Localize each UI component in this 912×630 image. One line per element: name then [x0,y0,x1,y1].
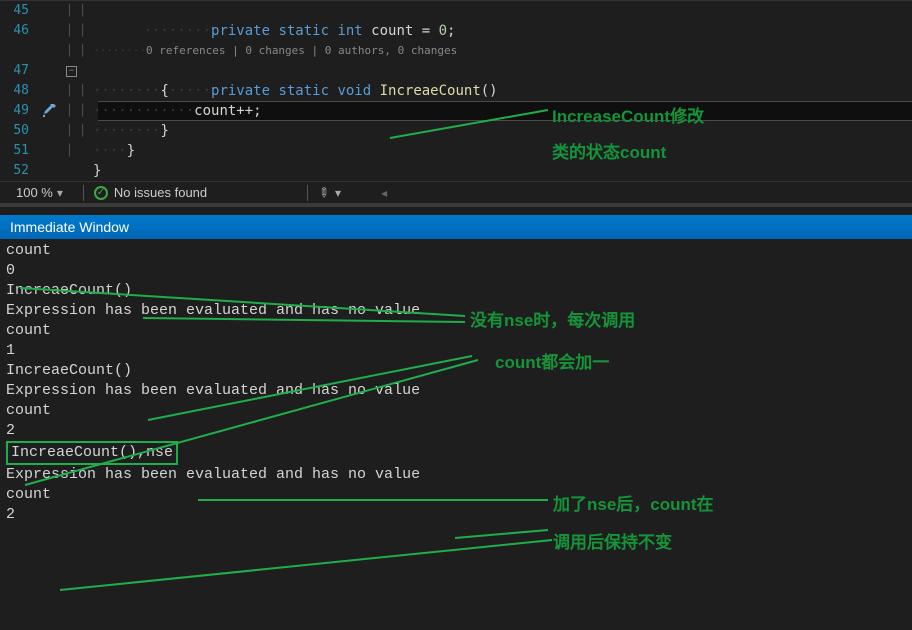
immediate-line: 2 [6,505,906,525]
editor-statusbar: 100 %▾ ✓ No issues found ✎▾ ◂ [0,181,912,207]
line-number: 52 [0,161,35,181]
line-number: 47 [0,61,35,81]
code-line: ········private static void IncreaeCount… [93,61,498,81]
immediate-line: 0 [6,261,906,281]
immediate-line: IncreaeCount() [6,361,906,381]
immediate-line: 1 [6,341,906,361]
immediate-line-highlighted: IncreaeCount(),nse [6,441,178,465]
immediate-line: count [6,401,906,421]
immediate-line: Expression has been evaluated and has no… [6,301,906,321]
brush-icon[interactable]: ✎ [314,183,333,202]
eyedropper-icon[interactable] [35,101,63,121]
code-line: ············count++; [93,101,262,121]
immediate-window-header[interactable]: Immediate Window [0,215,912,239]
code-line: } [93,161,101,181]
chevron-down-icon: ▾ [57,186,63,200]
line-number: 45 [0,1,35,21]
immediate-line: 2 [6,421,906,441]
immediate-line: count [6,241,906,261]
line-number: 50 [0,121,35,141]
immediate-line: count [6,485,906,505]
outline-gutter: │ │ [63,1,93,21]
chevron-down-icon: ▾ [335,186,341,200]
scroll-left-icon[interactable]: ◂ [381,186,387,200]
immediate-line: count [6,321,906,341]
issues-status: No issues found [114,185,207,200]
immediate-window[interactable]: count 0 IncreaeCount() Expression has be… [0,239,912,545]
immediate-line: Expression has been evaluated and has no… [6,381,906,401]
immediate-line: IncreaeCount() [6,281,906,301]
line-number: 46 [0,21,35,41]
code-line: ········} [93,121,169,141]
outline-toggle[interactable]: − [63,61,93,81]
code-line: ········{ [93,81,169,101]
line-number: 51 [0,141,35,161]
marker-gutter [35,1,63,21]
check-circle-icon: ✓ [94,186,108,200]
code-editor[interactable]: 45 │ │ ········private static int count … [0,0,912,181]
codelens[interactable]: ········0 references | 0 changes | 0 aut… [93,41,457,61]
line-number: 48 [0,81,35,101]
zoom-dropdown[interactable]: 100 %▾ [6,185,73,200]
code-line: ········private static int count = 0; [93,1,455,21]
line-number: 49 [0,101,35,121]
code-line: ····} [93,141,135,161]
immediate-line: Expression has been evaluated and has no… [6,465,906,485]
